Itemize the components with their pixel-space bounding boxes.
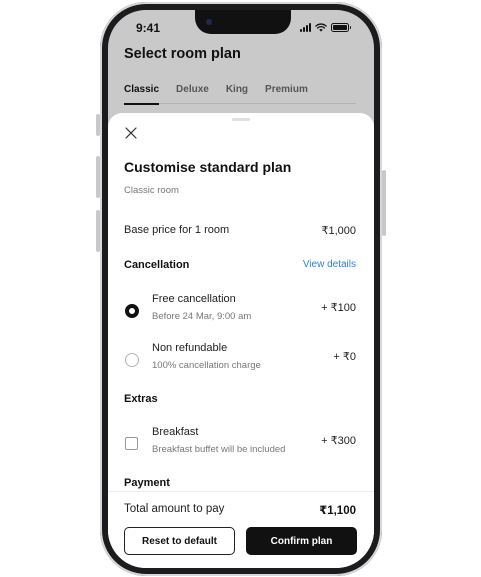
status-time: 9:41 xyxy=(136,21,161,35)
battery-icon xyxy=(331,23,351,32)
volume-up-button xyxy=(96,156,100,198)
option-price: + ₹0 xyxy=(333,351,356,363)
power-button xyxy=(382,170,386,236)
cancellation-heading: Cancellation xyxy=(124,259,190,271)
base-price-label: Base price for 1 room xyxy=(124,224,230,236)
option-title: Non refundable xyxy=(152,342,228,354)
extra-title: Breakfast xyxy=(152,426,199,438)
reset-to-default-button[interactable]: Reset to default xyxy=(124,527,235,555)
volume-down-button xyxy=(96,210,100,252)
sheet-subtitle: Classic room xyxy=(124,185,179,196)
close-icon[interactable] xyxy=(124,126,138,140)
customise-plan-sheet: Customise standard plan Classic room Bas… xyxy=(108,113,374,568)
front-camera-icon xyxy=(206,19,212,25)
option-detail: 100% cancellation charge xyxy=(152,360,261,371)
checkbox-icon[interactable] xyxy=(125,437,138,450)
tab-king[interactable]: King xyxy=(226,82,248,104)
radio-selected-icon[interactable] xyxy=(125,304,139,318)
confirm-plan-button[interactable]: Confirm plan xyxy=(246,527,357,555)
extra-detail: Breakfast buffet will be included xyxy=(152,444,286,455)
wifi-icon xyxy=(315,23,327,32)
total-row: Total amount to pay ₹1,100 xyxy=(124,503,356,517)
base-price-row: Base price for 1 room ₹1,000 xyxy=(124,224,356,237)
room-tabs: Classic Deluxe King Premium xyxy=(124,82,356,105)
total-label: Total amount to pay xyxy=(124,503,225,515)
option-title: Free cancellation xyxy=(152,293,236,305)
tab-premium[interactable]: Premium xyxy=(265,82,308,104)
page-title: Select room plan xyxy=(124,46,241,62)
mute-switch xyxy=(96,114,100,136)
status-icons xyxy=(300,23,351,32)
option-price: + ₹100 xyxy=(321,302,356,314)
view-details-link[interactable]: View details xyxy=(303,259,356,270)
tab-deluxe[interactable]: Deluxe xyxy=(176,82,209,104)
base-price-value: ₹1,000 xyxy=(321,225,356,237)
sheet-title: Customise standard plan xyxy=(124,159,292,175)
cancellation-option-non-refundable[interactable]: Non refundable 100% cancellation charge … xyxy=(124,342,356,378)
total-value: ₹1,100 xyxy=(319,505,356,517)
cancellation-option-free[interactable]: Free cancellation Before 24 Mar, 9:00 am… xyxy=(124,293,356,329)
extras-heading: Extras xyxy=(124,393,158,405)
phone-frame: 9:41 Select room plan Classic Deluxe Kin… xyxy=(96,2,386,576)
sheet-grabber[interactable] xyxy=(232,118,250,121)
radio-unselected-icon[interactable] xyxy=(125,353,139,367)
tab-classic[interactable]: Classic xyxy=(124,82,160,105)
sheet-footer: Total amount to pay ₹1,100 Reset to defa… xyxy=(108,491,374,568)
extra-price: + ₹300 xyxy=(321,435,356,447)
payment-heading: Payment xyxy=(124,477,170,489)
extra-option-breakfast[interactable]: Breakfast Breakfast buffet will be inclu… xyxy=(124,426,356,462)
phone-screen: 9:41 Select room plan Classic Deluxe Kin… xyxy=(108,10,374,568)
option-detail: Before 24 Mar, 9:00 am xyxy=(152,311,252,322)
cellular-signal-icon xyxy=(300,23,311,32)
